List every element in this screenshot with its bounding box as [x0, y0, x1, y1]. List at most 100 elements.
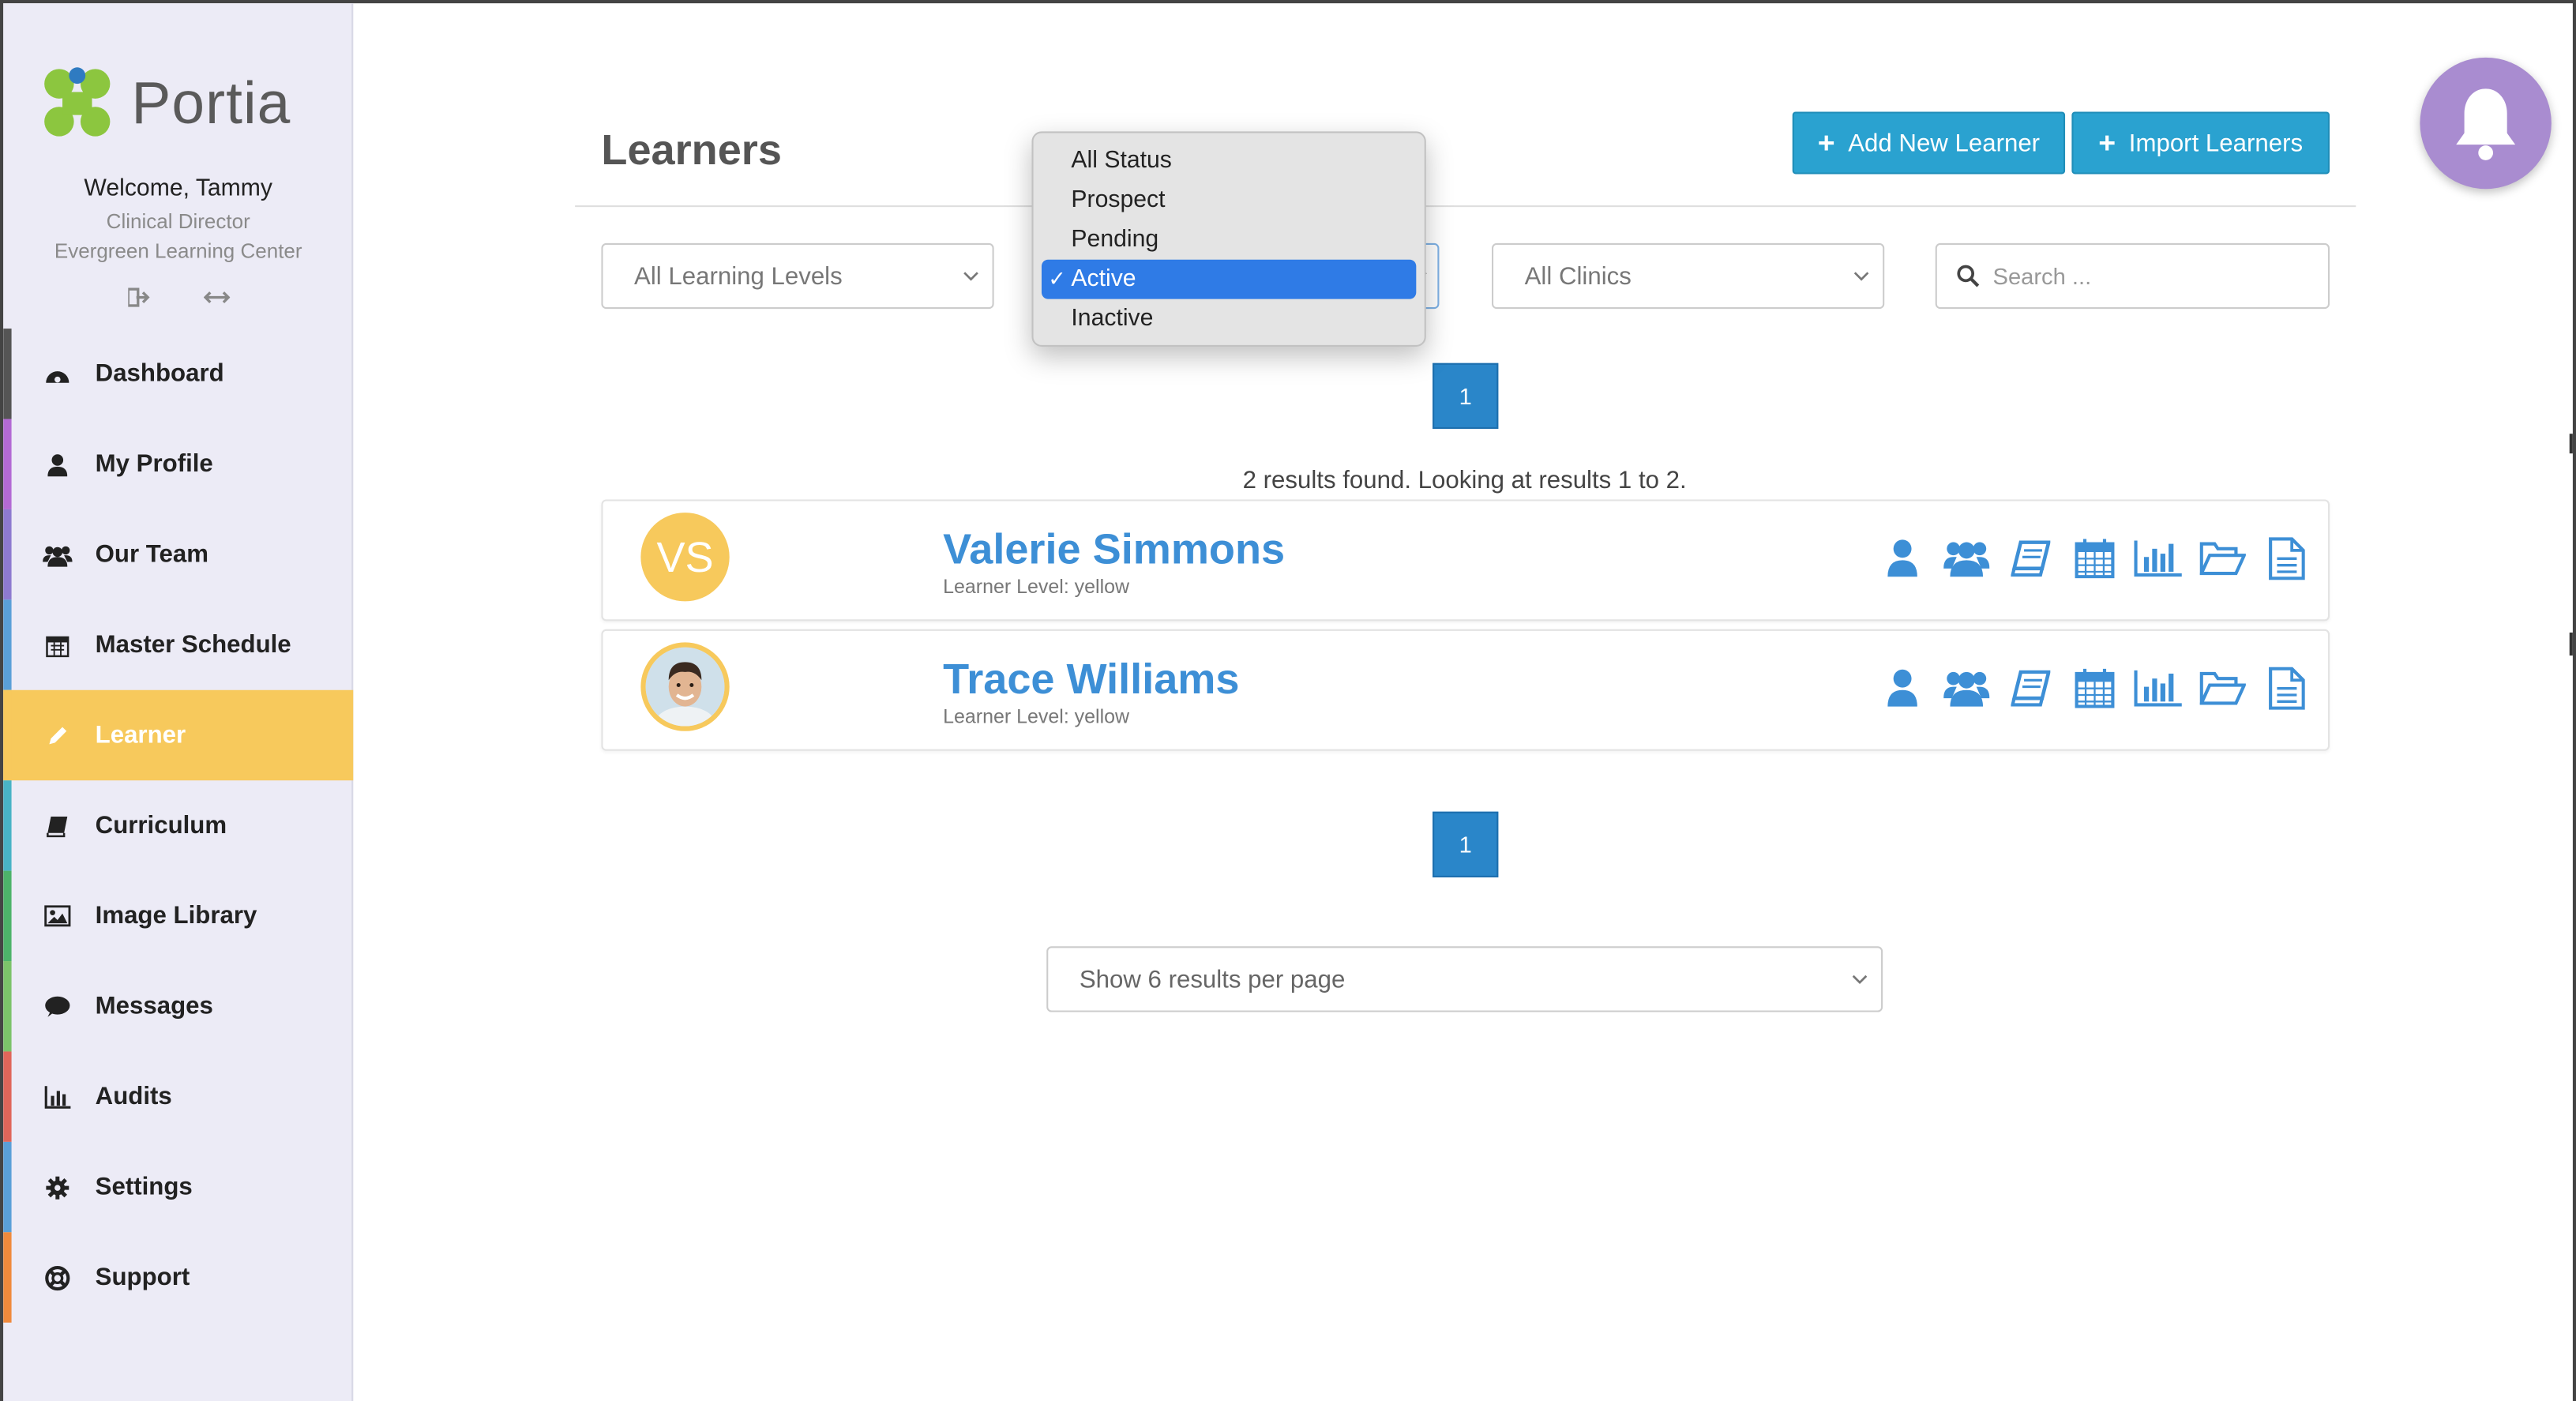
import-learners-button[interactable]: + Import Learners — [2071, 111, 2330, 175]
sidebar-item-learner[interactable]: Learner — [3, 689, 354, 781]
welcome-text: Welcome, Tammy — [84, 175, 273, 202]
learner-level: Learner Level: yellow — [943, 704, 1130, 728]
sidebar-item-dashboard[interactable]: Dashboard — [3, 329, 353, 419]
document-icon[interactable] — [2254, 663, 2318, 712]
learner-actions — [1869, 663, 2318, 712]
bar-chart-icon — [39, 1082, 76, 1111]
logout-icon[interactable] — [126, 286, 151, 315]
collapse-arrows-icon[interactable] — [203, 286, 231, 315]
sidebar-item-label: My Profile — [95, 450, 213, 479]
team-icon[interactable] — [1934, 663, 1998, 712]
status-option-pending[interactable]: Pending — [1042, 220, 1416, 260]
bell-icon — [2456, 88, 2516, 160]
app-window: Portia Welcome, Tammy Clinical Director … — [0, 0, 2576, 1401]
sidebar-item-image-library[interactable]: Image Library — [3, 870, 353, 962]
sidebar-nav: Dashboard My Profile Our Team Master Sch… — [3, 329, 354, 1323]
schedule-calendar-icon[interactable] — [2062, 534, 2126, 583]
profile-icon[interactable] — [1869, 534, 1933, 583]
plus-icon: + — [1817, 126, 1835, 159]
learner-name[interactable]: Valerie Simmons — [943, 524, 1285, 575]
sidebar-item-label: Our Team — [95, 540, 209, 569]
sidebar-item-master-schedule[interactable]: Master Schedule — [3, 599, 353, 690]
nav-color-bar — [3, 419, 12, 509]
plus-icon: + — [2098, 126, 2116, 159]
clinic-select[interactable]: All Clinics — [1492, 242, 1885, 310]
sidebar-item-audits[interactable]: Audits — [3, 1051, 353, 1142]
profile-icon[interactable] — [1869, 663, 1933, 712]
user-icon — [39, 449, 76, 479]
document-icon[interactable] — [2254, 534, 2318, 583]
sidebar-item-label: Master Schedule — [95, 630, 291, 659]
add-new-learner-button[interactable]: + Add New Learner — [1792, 111, 2066, 175]
sidebar-item-label: Messages — [95, 992, 213, 1020]
child-photo-image — [645, 647, 725, 727]
nav-color-bar — [3, 870, 12, 962]
avatar: VS — [640, 513, 730, 602]
header-divider — [575, 205, 2356, 208]
sidebar-item-messages[interactable]: Messages — [3, 961, 353, 1052]
sidebar-item-label: Dashboard — [95, 359, 224, 388]
option-label: All Status — [1071, 148, 1172, 175]
reports-chart-icon[interactable] — [2126, 534, 2190, 583]
sidebar-item-support[interactable]: Support — [3, 1232, 353, 1323]
nav-color-bar — [3, 1141, 12, 1233]
folder-open-icon[interactable] — [2190, 663, 2254, 712]
pagination-page-button-top[interactable]: 1 — [1433, 362, 1499, 429]
image-icon — [39, 901, 76, 930]
avatar — [640, 642, 730, 731]
status-option-all[interactable]: All Status — [1042, 141, 1416, 181]
learner-card[interactable]: Trace Williams Learner Level: yellow — [601, 629, 2330, 751]
sidebar-item-label: Learner — [95, 721, 186, 749]
checkmark-icon: ✓ — [1048, 266, 1066, 291]
user-organization: Evergreen Learning Center — [54, 239, 302, 263]
brand-name: Portia — [131, 69, 291, 137]
schedule-calendar-icon[interactable] — [2062, 663, 2126, 712]
status-option-inactive[interactable]: Inactive — [1042, 299, 1416, 339]
sidebar-item-label: Image Library — [95, 902, 257, 930]
sidebar-item-my-profile[interactable]: My Profile — [3, 419, 353, 509]
import-learners-label: Import Learners — [2128, 129, 2304, 157]
sidebar-item-label: Support — [95, 1263, 190, 1292]
nav-color-bar — [3, 780, 12, 871]
chevron-down-icon — [963, 272, 978, 281]
life-ring-icon — [39, 1263, 76, 1292]
portia-logo[interactable]: Portia — [39, 62, 327, 145]
learner-card[interactable]: VS Valerie Simmons Learner Level: yellow — [601, 499, 2330, 622]
results-per-page-select[interactable]: Show 6 results per page — [1046, 946, 1883, 1012]
chevron-down-icon — [1853, 272, 1869, 281]
sidebar-item-label: Curriculum — [95, 811, 227, 840]
nav-color-bar — [3, 961, 12, 1052]
sidebar-item-label: Settings — [95, 1173, 193, 1201]
clinic-value: All Clinics — [1524, 261, 1632, 291]
sidebar-item-our-team[interactable]: Our Team — [3, 509, 353, 600]
option-label: Active — [1071, 266, 1136, 293]
search-placeholder: Search ... — [1992, 262, 2092, 290]
pagination-page-button-bottom[interactable]: 1 — [1433, 811, 1499, 877]
option-label: Prospect — [1071, 187, 1166, 214]
folder-open-icon[interactable] — [2190, 534, 2254, 583]
status-option-prospect[interactable]: Prospect — [1042, 181, 1416, 220]
search-input[interactable]: Search ... — [1935, 242, 2330, 310]
results-per-page-value: Show 6 results per page — [1079, 965, 1346, 993]
curriculum-book-icon[interactable] — [1998, 534, 2062, 583]
learning-level-select[interactable]: All Learning Levels — [601, 242, 994, 310]
sidebar-item-curriculum[interactable]: Curriculum — [3, 780, 353, 871]
nav-color-bar — [3, 689, 12, 781]
status-dropdown-menu: All Status Prospect Pending ✓ Active Inac… — [1031, 131, 1426, 347]
window-edge-mark — [2569, 632, 2573, 656]
status-option-active[interactable]: ✓ Active — [1041, 259, 1417, 299]
team-icon — [39, 539, 76, 569]
nav-color-bar — [3, 1051, 12, 1142]
curriculum-book-icon[interactable] — [1998, 663, 2062, 712]
reports-chart-icon[interactable] — [2126, 663, 2190, 712]
add-new-learner-label: Add New Learner — [1848, 129, 2041, 157]
notifications-button[interactable] — [2420, 57, 2552, 190]
learner-name[interactable]: Trace Williams — [943, 654, 1239, 704]
team-icon[interactable] — [1934, 534, 1998, 583]
search-icon — [1957, 265, 1980, 287]
book-icon — [39, 811, 76, 840]
nav-color-bar — [3, 329, 12, 419]
sidebar-item-settings[interactable]: Settings — [3, 1141, 353, 1233]
pencil-icon — [39, 720, 76, 749]
gear-icon — [39, 1172, 76, 1201]
